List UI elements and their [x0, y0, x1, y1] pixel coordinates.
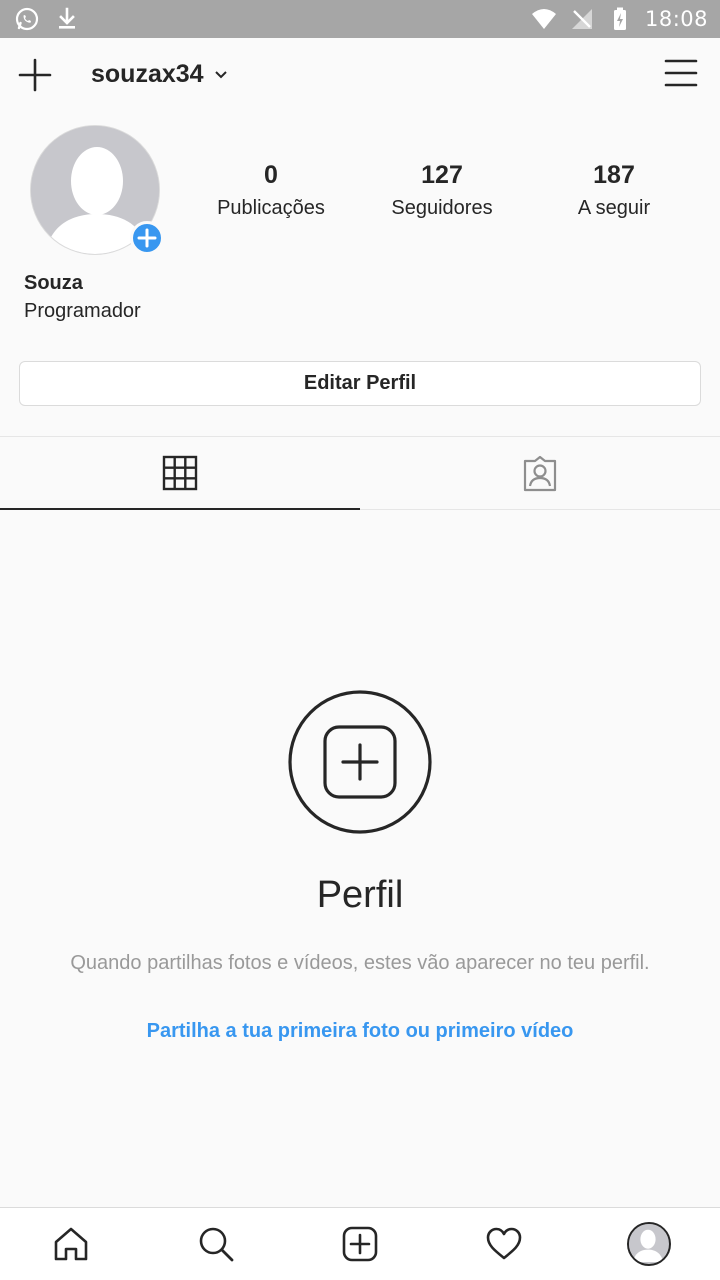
profile-header: souzax34	[0, 38, 720, 110]
heart-icon	[486, 1227, 522, 1260]
nav-activity[interactable]	[484, 1224, 524, 1264]
add-first-post-icon[interactable]	[288, 690, 432, 834]
chevron-down-icon	[214, 70, 227, 78]
add-story-button[interactable]	[130, 221, 164, 255]
profile-avatar	[627, 1222, 671, 1266]
stat-followers[interactable]: 127 Seguidores	[357, 158, 527, 224]
share-first-post-link[interactable]: Partilha a tua primeira foto ou primeiro…	[0, 1020, 720, 1043]
search-icon	[199, 1227, 234, 1262]
no-signal-icon	[571, 9, 592, 29]
grid-icon	[162, 455, 198, 490]
profile-tabs	[0, 436, 720, 510]
menu-icon[interactable]	[664, 58, 698, 88]
edit-profile-button[interactable]: Editar Perfil	[19, 361, 701, 406]
empty-state-title: Perfil	[316, 874, 404, 916]
nav-search[interactable]	[196, 1224, 236, 1264]
status-time: 18:08	[644, 7, 708, 31]
bottom-navigation	[0, 1207, 720, 1280]
stat-posts[interactable]: 0 Publicações	[186, 158, 356, 224]
new-post-icon	[342, 1226, 378, 1262]
username-title: souzax34	[91, 60, 204, 88]
profile-name: Souza	[24, 272, 83, 294]
default-avatar-icon	[629, 1224, 667, 1262]
home-icon	[54, 1227, 88, 1261]
stat-posts-label: Publicações	[217, 197, 325, 219]
battery-charging-icon	[613, 7, 626, 30]
plus-icon[interactable]	[18, 58, 52, 92]
nav-home[interactable]	[51, 1224, 91, 1264]
tab-tagged[interactable]	[360, 437, 720, 510]
whatsapp-icon	[15, 7, 39, 31]
stat-following-value: 187	[593, 161, 635, 189]
nav-profile[interactable]	[626, 1221, 672, 1267]
profile-stats: 0 Publicações 127 Seguidores 187 A segui…	[190, 158, 720, 228]
tab-grid[interactable]	[0, 437, 360, 510]
stat-followers-value: 127	[421, 161, 463, 189]
empty-state-description: Quando partilhas fotos e vídeos, estes v…	[70, 952, 650, 974]
wifi-icon	[531, 9, 556, 29]
stat-posts-value: 0	[264, 161, 278, 189]
profile-bio: Programador	[24, 300, 141, 322]
stat-following[interactable]: 187 A seguir	[529, 158, 699, 224]
tagged-icon	[523, 455, 557, 491]
profile-avatar-container[interactable]	[30, 125, 164, 255]
stat-followers-label: Seguidores	[391, 197, 493, 219]
stat-following-label: A seguir	[577, 197, 651, 219]
account-switcher[interactable]: souzax34	[91, 60, 228, 89]
status-bar: 18:08	[0, 0, 720, 38]
nav-new-post[interactable]	[340, 1224, 380, 1264]
download-icon	[59, 7, 75, 29]
plus-icon	[137, 228, 157, 248]
